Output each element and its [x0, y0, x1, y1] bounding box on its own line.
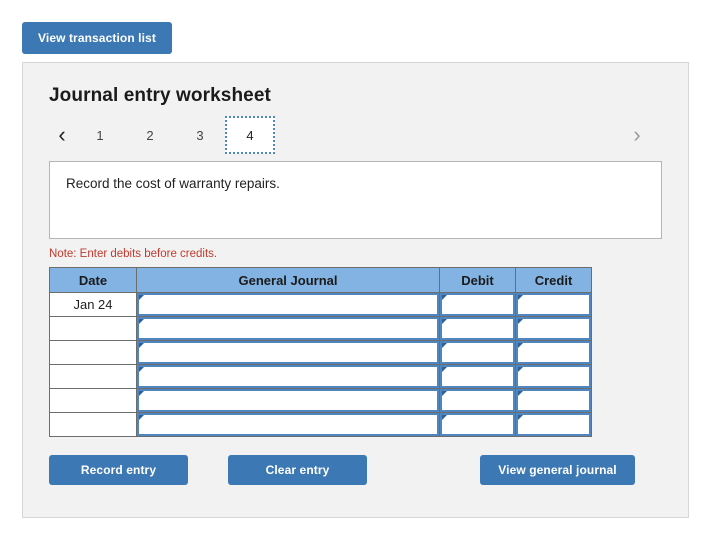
debit-input[interactable] — [440, 389, 515, 412]
debit-cell[interactable] — [439, 364, 516, 389]
transaction-description: Record the cost of warranty repairs. — [49, 161, 662, 239]
table-row — [49, 364, 592, 389]
general-journal-input[interactable] — [137, 317, 439, 340]
column-header-debit: Debit — [439, 267, 516, 293]
general-journal-cell[interactable] — [136, 316, 440, 341]
debit-input[interactable] — [440, 341, 515, 364]
credit-input[interactable] — [516, 341, 591, 364]
column-header-date: Date — [49, 267, 137, 293]
tab-3-label: 3 — [196, 127, 204, 143]
panel-content: Journal entry worksheet ‹ 1 2 3 4 › Reco… — [23, 63, 688, 485]
tab-1-label: 1 — [96, 127, 104, 143]
table-row — [49, 340, 592, 365]
debit-input[interactable] — [440, 365, 515, 388]
date-cell[interactable] — [49, 412, 137, 437]
column-header-general-journal: General Journal — [136, 267, 440, 293]
debit-cell[interactable] — [439, 412, 516, 437]
general-journal-cell[interactable] — [136, 364, 440, 389]
credit-cell[interactable] — [515, 316, 592, 341]
general-journal-cell[interactable] — [136, 412, 440, 437]
general-journal-cell[interactable] — [136, 388, 440, 413]
tab-1[interactable]: 1 — [75, 116, 125, 154]
top-toolbar: View transaction list — [0, 0, 711, 54]
debit-input[interactable] — [440, 293, 515, 316]
debit-cell[interactable] — [439, 388, 516, 413]
tab-2-label: 2 — [146, 127, 154, 143]
debit-input[interactable] — [440, 317, 515, 340]
table-row: Jan 24 — [49, 292, 592, 317]
table-row — [49, 412, 592, 437]
general-journal-input[interactable] — [137, 341, 439, 364]
general-journal-input[interactable] — [137, 365, 439, 388]
tab-3[interactable]: 3 — [175, 116, 225, 154]
credit-input[interactable] — [516, 365, 591, 388]
general-journal-input[interactable] — [137, 293, 439, 316]
credit-cell[interactable] — [515, 292, 592, 317]
table-row — [49, 388, 592, 413]
date-cell[interactable] — [49, 340, 137, 365]
action-button-row: Record entry Clear entry View general jo… — [49, 455, 662, 485]
general-journal-cell[interactable] — [136, 292, 440, 317]
page-title: Journal entry worksheet — [49, 85, 271, 106]
chevron-right-icon[interactable]: › — [624, 124, 650, 146]
date-cell[interactable]: Jan 24 — [49, 292, 137, 317]
tab-4-label: 4 — [246, 127, 254, 143]
date-cell[interactable] — [49, 388, 137, 413]
column-header-credit: Credit — [515, 267, 592, 293]
view-transaction-list-button[interactable]: View transaction list — [22, 22, 172, 54]
worksheet-tabs: ‹ 1 2 3 4 › — [49, 115, 662, 155]
view-general-journal-button[interactable]: View general journal — [480, 455, 635, 485]
journal-entry-table: Date General Journal Debit Credit Jan 24 — [49, 267, 592, 437]
tab-2[interactable]: 2 — [125, 116, 175, 154]
record-entry-button[interactable]: Record entry — [49, 455, 188, 485]
table-row — [49, 316, 592, 341]
table-header-row: Date General Journal Debit Credit — [49, 267, 592, 293]
credit-cell[interactable] — [515, 412, 592, 437]
general-journal-cell[interactable] — [136, 340, 440, 365]
debit-input[interactable] — [440, 413, 515, 436]
credit-input[interactable] — [516, 413, 591, 436]
credit-input[interactable] — [516, 317, 591, 340]
date-cell[interactable] — [49, 316, 137, 341]
clear-entry-button[interactable]: Clear entry — [228, 455, 367, 485]
chevron-left-icon[interactable]: ‹ — [49, 124, 75, 146]
debit-cell[interactable] — [439, 316, 516, 341]
tab-4[interactable]: 4 — [225, 116, 275, 154]
debits-before-credits-note: Note: Enter debits before credits. — [49, 248, 218, 260]
credit-cell[interactable] — [515, 388, 592, 413]
credit-input[interactable] — [516, 389, 591, 412]
date-cell[interactable] — [49, 364, 137, 389]
general-journal-input[interactable] — [137, 389, 439, 412]
debit-cell[interactable] — [439, 292, 516, 317]
credit-cell[interactable] — [515, 364, 592, 389]
general-journal-input[interactable] — [137, 413, 439, 436]
journal-entry-panel: Journal entry worksheet ‹ 1 2 3 4 › Reco… — [22, 62, 689, 518]
credit-input[interactable] — [516, 293, 591, 316]
credit-cell[interactable] — [515, 340, 592, 365]
debit-cell[interactable] — [439, 340, 516, 365]
